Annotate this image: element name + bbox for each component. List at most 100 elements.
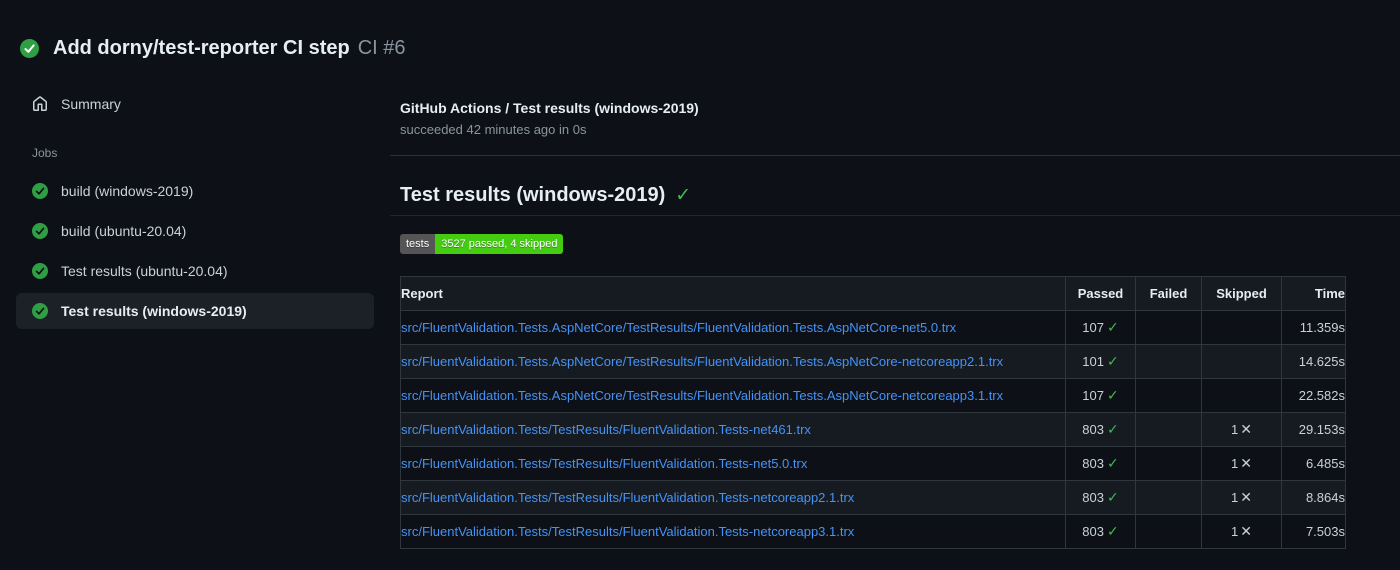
summary-heading-text: Test results (windows-2019) <box>400 184 666 206</box>
sidebar-job-item[interactable]: build (ubuntu-20.04) <box>16 213 374 249</box>
failed-cell <box>1135 412 1202 447</box>
sidebar: Summary Jobs build (windows-2019) build (… <box>0 70 390 333</box>
failed-cell <box>1135 480 1202 515</box>
header-divider <box>390 155 1400 156</box>
job-item-label: build (ubuntu-20.04) <box>61 223 187 239</box>
sidebar-jobs-heading: Jobs <box>32 146 58 160</box>
table-row: src/FluentValidation.Tests.AspNetCore/Te… <box>400 344 1346 379</box>
check-run-title: GitHub Actions / Test results (windows-2… <box>400 100 699 116</box>
skipped-cross-icon: ✕ <box>1240 421 1252 437</box>
table-row: src/FluentValidation.Tests/TestResults/F… <box>400 514 1346 549</box>
summary-success-check-icon: ✓ <box>675 185 692 206</box>
tests-badge-label: tests <box>400 234 436 254</box>
passed-count: 803 <box>1082 422 1104 437</box>
run-header: Add dorny/test-reporter CI step CI #6 <box>0 0 1400 70</box>
report-cell: src/FluentValidation.Tests/TestResults/F… <box>400 412 1066 447</box>
table-row: src/FluentValidation.Tests/TestResults/F… <box>400 446 1346 481</box>
passed-cell: 803 ✓ <box>1065 412 1136 447</box>
heading-underline-divider <box>390 215 1400 216</box>
passed-count: 107 <box>1082 388 1104 403</box>
sidebar-jobs-list: build (windows-2019) build (ubuntu-20.04)… <box>0 173 390 329</box>
sidebar-job-item[interactable]: Test results (ubuntu-20.04) <box>16 253 374 289</box>
report-file-link[interactable]: src/FluentValidation.Tests.AspNetCore/Te… <box>401 388 1003 403</box>
time-cell: 29.153s <box>1281 412 1346 447</box>
passed-cell: 803 ✓ <box>1065 480 1136 515</box>
table-row: src/FluentValidation.Tests/TestResults/F… <box>400 480 1346 515</box>
passed-check-icon: ✓ <box>1106 387 1119 403</box>
home-icon <box>32 96 48 112</box>
report-file-link[interactable]: src/FluentValidation.Tests/TestResults/F… <box>401 456 807 471</box>
passed-count: 101 <box>1082 354 1104 369</box>
passed-check-icon: ✓ <box>1106 455 1119 471</box>
run-success-check-circle-icon <box>20 38 39 58</box>
job-success-check-circle-icon <box>32 183 48 199</box>
passed-check-icon: ✓ <box>1106 523 1119 539</box>
report-cell: src/FluentValidation.Tests/TestResults/F… <box>400 514 1066 549</box>
sidebar-job-item[interactable]: Test results (windows-2019) <box>16 293 374 329</box>
time-cell: 11.359s <box>1281 310 1346 345</box>
passed-cell: 107 ✓ <box>1065 378 1136 413</box>
table-header-row: Report Passed Failed Skipped Time <box>400 276 1346 311</box>
report-cell: src/FluentValidation.Tests.AspNetCore/Te… <box>400 310 1066 345</box>
report-file-link[interactable]: src/FluentValidation.Tests/TestResults/F… <box>401 524 854 539</box>
passed-count: 803 <box>1082 524 1104 539</box>
passed-check-icon: ✓ <box>1106 319 1119 335</box>
report-file-link[interactable]: src/FluentValidation.Tests.AspNetCore/Te… <box>401 354 1003 369</box>
skipped-cell: 1 ✕ <box>1201 446 1282 481</box>
column-header-time: Time <box>1281 276 1346 311</box>
tests-badge-value: 3527 passed, 4 skipped <box>435 234 564 254</box>
summary-heading: Test results (windows-2019) ✓ <box>400 182 1400 209</box>
failed-cell <box>1135 446 1202 481</box>
report-file-link[interactable]: src/FluentValidation.Tests.AspNetCore/Te… <box>401 320 956 335</box>
passed-check-icon: ✓ <box>1106 353 1119 369</box>
skipped-cross-icon: ✕ <box>1240 523 1252 539</box>
main-panel: GitHub Actions / Test results (windows-2… <box>390 70 1400 549</box>
report-file-link[interactable]: src/FluentValidation.Tests/TestResults/F… <box>401 490 854 505</box>
time-cell: 7.503s <box>1281 514 1346 549</box>
passed-cell: 107 ✓ <box>1065 310 1136 345</box>
time-cell: 22.582s <box>1281 378 1346 413</box>
skipped-cell <box>1201 310 1282 345</box>
report-file-link[interactable]: src/FluentValidation.Tests/TestResults/F… <box>401 422 811 437</box>
passed-cell: 803 ✓ <box>1065 446 1136 481</box>
skipped-cell: 1 ✕ <box>1201 480 1282 515</box>
skipped-cell: 1 ✕ <box>1201 412 1282 447</box>
job-success-check-circle-icon <box>32 223 48 239</box>
tests-badge: tests 3527 passed, 4 skipped <box>400 234 564 254</box>
sidebar-summary-label: Summary <box>61 96 121 112</box>
skipped-count: 1 <box>1231 490 1239 505</box>
skipped-cell <box>1201 344 1282 379</box>
passed-check-icon: ✓ <box>1106 421 1119 437</box>
test-results-table: Report Passed Failed Skipped Time src/Fl… <box>400 276 1346 549</box>
failed-cell <box>1135 378 1202 413</box>
run-number: CI #6 <box>357 36 406 59</box>
time-cell: 8.864s <box>1281 480 1346 515</box>
skipped-cell: 1 ✕ <box>1201 514 1282 549</box>
skipped-cross-icon: ✕ <box>1240 455 1252 471</box>
job-item-label: Test results (ubuntu-20.04) <box>61 263 228 279</box>
report-cell: src/FluentValidation.Tests.AspNetCore/Te… <box>400 344 1066 379</box>
job-item-label: build (windows-2019) <box>61 183 194 199</box>
passed-cell: 101 ✓ <box>1065 344 1136 379</box>
skipped-cross-icon: ✕ <box>1240 489 1252 505</box>
check-run-status-line: succeeded 42 minutes ago in 0s <box>400 122 587 137</box>
time-cell: 14.625s <box>1281 344 1346 379</box>
passed-cell: 803 ✓ <box>1065 514 1136 549</box>
table-row: src/FluentValidation.Tests/TestResults/F… <box>400 412 1346 447</box>
skipped-cell <box>1201 378 1282 413</box>
job-item-label: Test results (windows-2019) <box>61 303 247 319</box>
skipped-count: 1 <box>1231 422 1239 437</box>
skipped-count: 1 <box>1231 524 1239 539</box>
run-title: Add dorny/test-reporter CI step <box>53 36 350 59</box>
failed-cell <box>1135 344 1202 379</box>
report-cell: src/FluentValidation.Tests.AspNetCore/Te… <box>400 378 1066 413</box>
passed-count: 803 <box>1082 456 1104 471</box>
time-cell: 6.485s <box>1281 446 1346 481</box>
table-row: src/FluentValidation.Tests.AspNetCore/Te… <box>400 310 1346 345</box>
passed-check-icon: ✓ <box>1106 489 1119 505</box>
column-header-passed: Passed <box>1065 276 1136 311</box>
sidebar-job-item[interactable]: build (windows-2019) <box>16 173 374 209</box>
report-cell: src/FluentValidation.Tests/TestResults/F… <box>400 446 1066 481</box>
sidebar-item-summary[interactable]: Summary <box>16 89 374 119</box>
column-header-skipped: Skipped <box>1201 276 1282 311</box>
